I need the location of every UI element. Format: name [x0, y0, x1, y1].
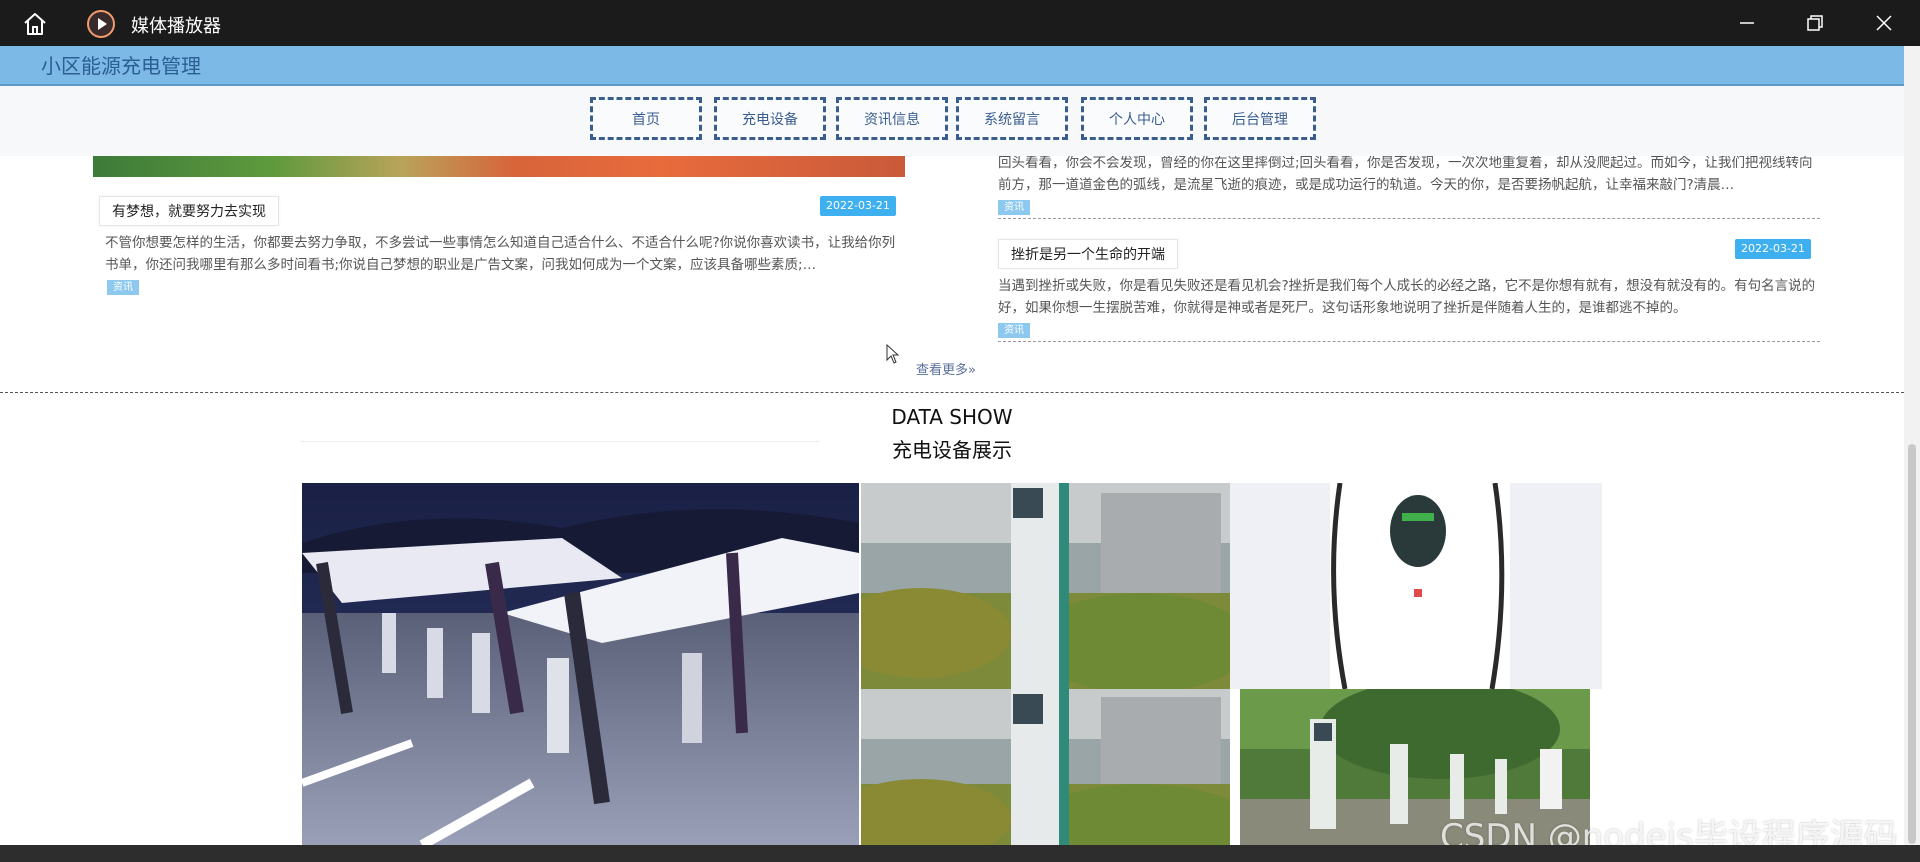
data-show-subtitle: 充电设备展示	[892, 438, 1012, 462]
news-tag-left[interactable]: 资讯	[107, 280, 139, 295]
charger-photo-white[interactable]	[1230, 483, 1602, 689]
news-desc-left: 不管你想要怎样的生活，你都要去努力争取，不多尝试一些事情怎么知道自己适合什么、不…	[105, 235, 896, 273]
app-title: 媒体播放器	[131, 16, 221, 37]
site-header: 小区能源充电管理	[0, 46, 1904, 86]
charger-photo-canopy[interactable]	[302, 483, 859, 845]
charger-photo-pillar-2[interactable]	[861, 689, 1230, 845]
mouse-cursor-icon	[886, 344, 900, 364]
nav-item-profile[interactable]: 个人中心	[1081, 97, 1193, 140]
news-tag-right-bottom[interactable]: 资讯	[998, 323, 1030, 338]
news-divider	[998, 341, 1820, 342]
news-cover-image[interactable]	[93, 156, 905, 177]
news-date-left: 2022-03-21	[820, 196, 896, 216]
news-title-left[interactable]: 有梦想，就要努力去实现	[99, 196, 279, 226]
site-title[interactable]: 小区能源充电管理	[41, 50, 201, 79]
news-tag-right-top[interactable]: 资讯	[998, 200, 1030, 215]
home-icon[interactable]	[22, 11, 48, 37]
news-desc-right-top: 回头看看，你会不会发现，曾经的你在这里摔倒过;回头看看，你是否发现，一次次地重复…	[998, 155, 1813, 193]
news-desc-right-bottom: 当遇到挫折或失败，你是看见失败还是看见机会?挫折是我们每个人成长的必经之路，它不…	[998, 278, 1816, 316]
charger-photo-pillar[interactable]	[861, 483, 1230, 689]
section-divider	[0, 392, 1904, 393]
page-viewport: 有梦想，就要努力去实现 2022-03-21 不管你想要怎样的生活，你都要去努力…	[0, 46, 1904, 845]
play-icon	[87, 10, 115, 38]
data-show-title: DATA SHOW	[891, 405, 1013, 429]
nav-item-home[interactable]: 首页	[590, 97, 702, 140]
minimize-icon[interactable]	[1736, 12, 1758, 34]
nav-item-messages[interactable]: 系统留言	[956, 97, 1068, 140]
main-nav: 首页 充电设备 资讯信息 系统留言 个人中心 后台管理	[0, 86, 1904, 156]
nav-item-news[interactable]: 资讯信息	[836, 97, 948, 140]
news-divider	[998, 218, 1820, 219]
player-bottom-bar	[0, 845, 1920, 862]
news-date-right: 2022-03-21	[1735, 239, 1811, 259]
restore-icon[interactable]	[1804, 12, 1826, 34]
nav-item-charging-devices[interactable]: 充电设备	[714, 97, 826, 140]
view-more-link[interactable]: 查看更多»	[916, 359, 976, 378]
news-title-right[interactable]: 挫折是另一个生命的开端	[998, 239, 1178, 269]
page-scrollbar[interactable]	[1904, 46, 1920, 845]
close-icon[interactable]	[1873, 12, 1895, 34]
media-player-titlebar: 媒体播放器	[0, 0, 1920, 46]
scrollbar-thumb[interactable]	[1908, 444, 1916, 844]
watermark: CSDN @nodejs毕设程序源码	[1440, 817, 1898, 845]
nav-item-admin[interactable]: 后台管理	[1204, 97, 1316, 140]
